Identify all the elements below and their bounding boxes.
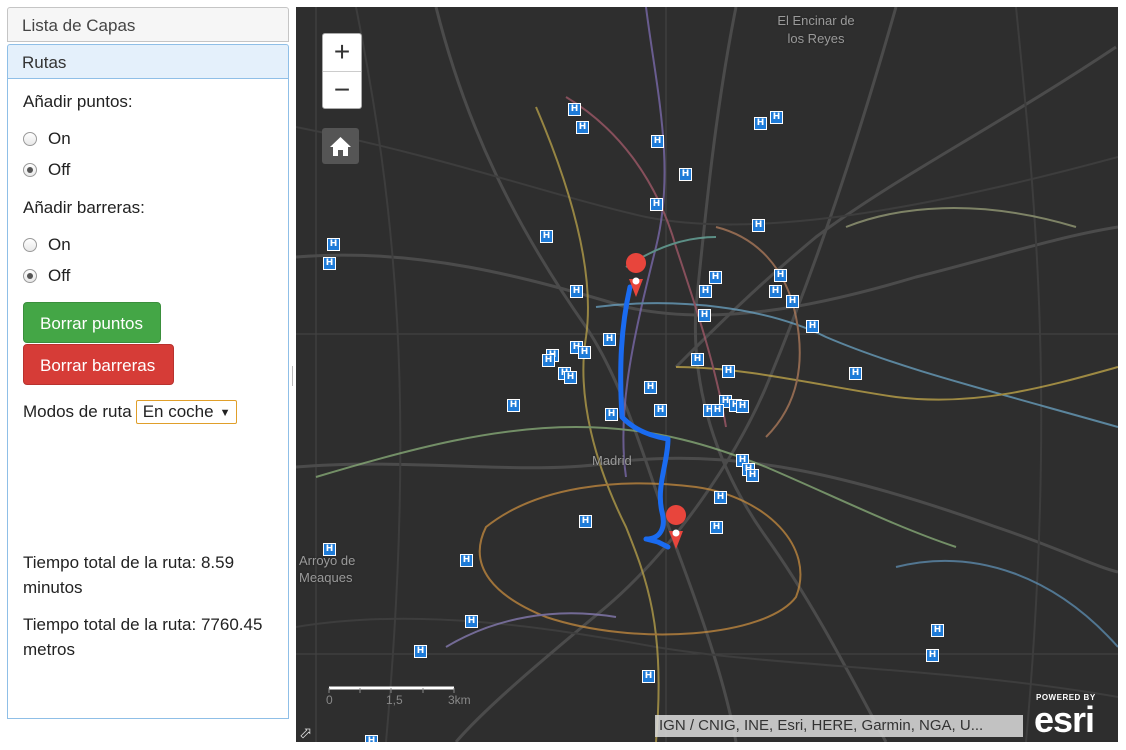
attribution-text[interactable]: IGN / CNIG, INE, Esri, HERE, Garmin, NGA…: [655, 715, 1023, 737]
route-line: [618, 284, 671, 550]
radio-label: Off: [48, 160, 71, 179]
hospital-marker-icon[interactable]: H: [654, 404, 667, 417]
sidebar: Lista de Capas Rutas Añadir puntos: On O…: [7, 7, 289, 719]
esri-logo[interactable]: esri: [1034, 699, 1095, 741]
add-barriers-label: Añadir barreras:: [23, 198, 145, 217]
hospital-marker-icon[interactable]: H: [849, 367, 862, 380]
basemap: [296, 7, 1118, 742]
hospital-marker-icon[interactable]: H: [414, 645, 427, 658]
route-mode-label: Modos de ruta: [23, 402, 132, 421]
scale-label-end: 3km: [448, 693, 471, 707]
radio-label: On: [48, 235, 71, 254]
hospital-marker-icon[interactable]: H: [650, 198, 663, 211]
clear-barriers-button[interactable]: Borrar barreras: [23, 344, 174, 385]
hospital-marker-icon[interactable]: H: [754, 117, 767, 130]
hospital-marker-icon[interactable]: H: [579, 515, 592, 528]
scale-label-0: 0: [326, 693, 333, 707]
route-mode-row: Modos de ruta En coche ▼: [23, 400, 238, 424]
hospital-marker-icon[interactable]: H: [605, 408, 618, 421]
hospital-marker-icon[interactable]: H: [651, 135, 664, 148]
expand-icon[interactable]: ⬀: [299, 723, 317, 742]
add-points-label: Añadir puntos:: [23, 92, 133, 111]
chevron-down-icon: ▼: [219, 406, 231, 419]
hospital-marker-icon[interactable]: H: [540, 230, 553, 243]
routes-header[interactable]: Rutas: [7, 44, 289, 79]
home-button[interactable]: [322, 128, 359, 164]
hospital-marker-icon[interactable]: H: [691, 353, 704, 366]
map-view[interactable]: El Encinar de los Reyes Madrid Arroyo de…: [296, 7, 1118, 742]
hospital-marker-icon[interactable]: H: [774, 269, 787, 282]
layers-list-header[interactable]: Lista de Capas: [7, 7, 289, 42]
hospital-marker-icon[interactable]: H: [576, 121, 589, 134]
zoom-control: + −: [322, 33, 362, 109]
radio-button[interactable]: [23, 163, 37, 177]
hospital-marker-icon[interactable]: H: [710, 521, 723, 534]
total-time-text: Tiempo total de la ruta: 8.59 minutos: [23, 553, 235, 597]
hospital-marker-icon[interactable]: H: [714, 491, 727, 504]
zoom-in-button[interactable]: +: [323, 34, 361, 72]
home-icon: [330, 137, 351, 156]
add-points-on-radio[interactable]: On: [23, 129, 71, 149]
hospital-marker-icon[interactable]: H: [642, 670, 655, 683]
hospital-marker-icon[interactable]: H: [926, 649, 939, 662]
city-label-madrid: Madrid: [592, 453, 632, 468]
hospital-marker-icon[interactable]: H: [769, 285, 782, 298]
radio-button[interactable]: [23, 238, 37, 252]
total-distance-text: Tiempo total de la ruta: 7760.45 metros: [23, 615, 263, 659]
hospital-marker-icon[interactable]: H: [722, 365, 735, 378]
hospital-marker-icon[interactable]: H: [699, 285, 712, 298]
hospital-marker-icon[interactable]: H: [460, 554, 473, 567]
hospital-marker-icon[interactable]: H: [644, 381, 657, 394]
hospital-marker-icon[interactable]: H: [564, 371, 577, 384]
hospital-marker-icon[interactable]: H: [507, 399, 520, 412]
hospital-marker-icon[interactable]: H: [709, 271, 722, 284]
hospital-marker-icon[interactable]: H: [679, 168, 692, 181]
hospital-marker-icon[interactable]: H: [568, 103, 581, 116]
hospital-marker-icon[interactable]: H: [806, 320, 819, 333]
hospital-marker-icon[interactable]: H: [711, 404, 724, 417]
radio-label: Off: [48, 266, 71, 285]
hospital-marker-icon[interactable]: H: [323, 543, 336, 556]
zoom-out-button[interactable]: −: [323, 72, 361, 109]
radio-label: On: [48, 129, 71, 148]
city-label-encinar: El Encinar de los Reyes: [777, 13, 855, 46]
hospital-marker-icon[interactable]: H: [465, 615, 478, 628]
route-mode-value: En coche: [142, 402, 214, 421]
hospital-marker-icon[interactable]: H: [752, 219, 765, 232]
hospital-marker-icon[interactable]: H: [770, 111, 783, 124]
hospital-marker-icon[interactable]: H: [570, 285, 583, 298]
hospital-marker-icon[interactable]: H: [786, 295, 799, 308]
hospital-marker-icon[interactable]: H: [365, 735, 378, 742]
hospital-marker-icon[interactable]: H: [323, 257, 336, 270]
hospital-marker-icon[interactable]: H: [746, 469, 759, 482]
radio-button[interactable]: [23, 132, 37, 146]
hospital-marker-icon[interactable]: H: [736, 400, 749, 413]
radio-button[interactable]: [23, 269, 37, 283]
scale-label-mid: 1,5: [386, 693, 403, 707]
hospital-marker-icon[interactable]: H: [578, 346, 591, 359]
add-barriers-on-radio[interactable]: On: [23, 235, 71, 255]
hospital-marker-icon[interactable]: H: [603, 333, 616, 346]
city-label-arroyo: Arroyo de Meaques: [299, 553, 356, 585]
add-barriers-off-radio[interactable]: Off: [23, 266, 70, 286]
clear-points-button[interactable]: Borrar puntos: [23, 302, 161, 343]
hospital-marker-icon[interactable]: H: [327, 238, 340, 251]
hospital-marker-icon[interactable]: H: [542, 354, 555, 367]
routes-panel: Añadir puntos: On Off Añadir barreras: O…: [7, 79, 289, 719]
add-points-off-radio[interactable]: Off: [23, 160, 70, 180]
hospital-marker-icon[interactable]: H: [698, 309, 711, 322]
hospital-marker-icon[interactable]: H: [931, 624, 944, 637]
route-mode-select[interactable]: En coche ▼: [135, 400, 238, 424]
